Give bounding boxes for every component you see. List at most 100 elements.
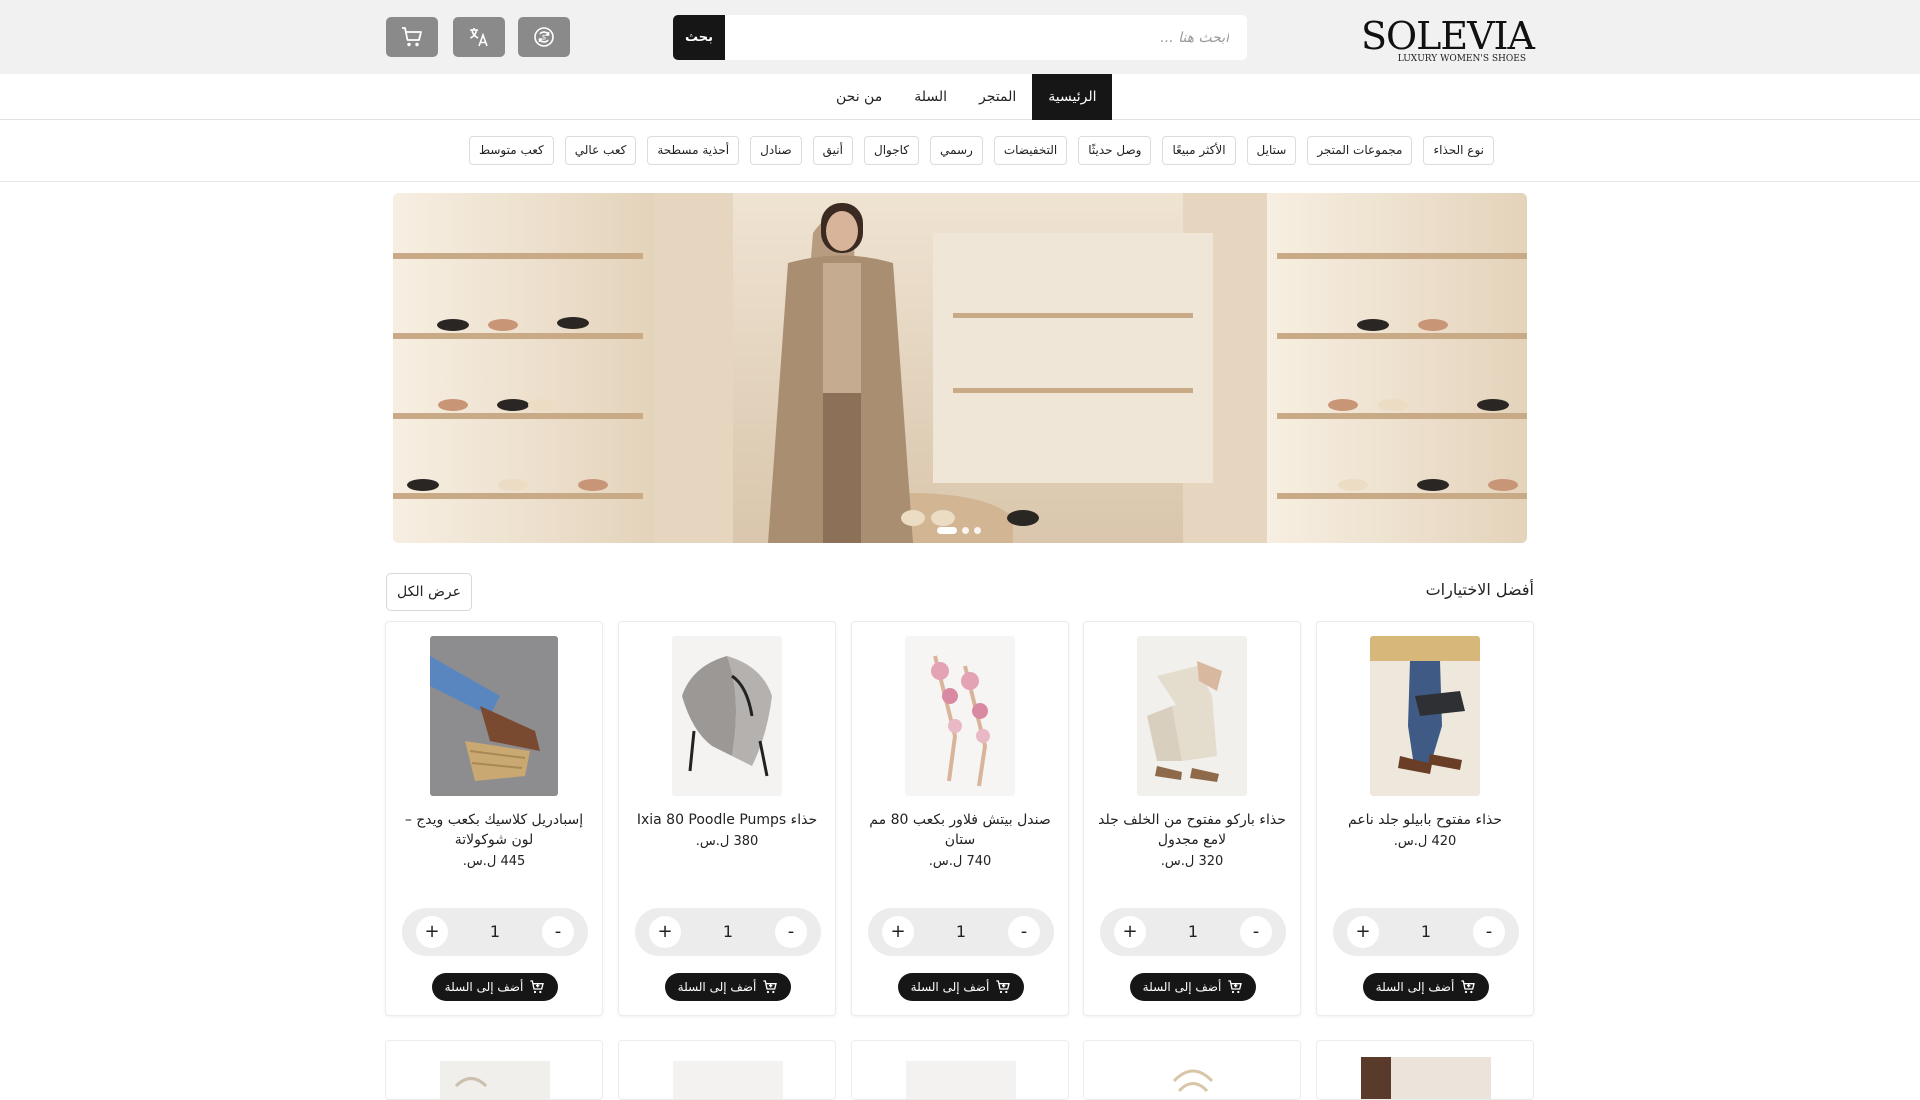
quantity-stepper: + 1 - xyxy=(402,908,588,956)
search-button[interactable]: بحث xyxy=(673,15,725,60)
carousel-dot[interactable] xyxy=(974,527,981,534)
quantity-value[interactable]: 1 xyxy=(462,908,528,956)
decrease-button[interactable]: - xyxy=(775,916,807,948)
increase-button[interactable]: + xyxy=(649,916,681,948)
filter-chip[interactable]: كعب عالي xyxy=(564,136,637,165)
filter-chip[interactable]: رسمي xyxy=(930,136,983,165)
main-nav: الرئيسية المتجر السلة من نحن xyxy=(0,74,1920,120)
filter-chip[interactable]: الأكثر مبيعًا xyxy=(1162,136,1236,165)
cart-plus-icon xyxy=(763,980,778,994)
quantity-stepper: + 1 - xyxy=(635,908,821,956)
nav-home[interactable]: الرئيسية xyxy=(1032,74,1113,120)
cart-plus-icon xyxy=(530,980,545,994)
product-card[interactable]: صندل بيتش فلاور بكعب 80 مم ستان 740 ل.س.… xyxy=(851,621,1069,1016)
cart-button[interactable] xyxy=(386,17,438,57)
cart-icon xyxy=(402,27,422,47)
product-price: 740 ل.س. xyxy=(928,854,992,869)
add-to-cart-label: أضف إلى السلة xyxy=(1375,980,1455,994)
product-image[interactable] xyxy=(672,636,782,796)
top-header: SOLEVIA LUXURY WOMEN'S SHOES بحث $ xyxy=(0,0,1920,74)
add-to-cart-button[interactable]: أضف إلى السلة xyxy=(1363,973,1489,1001)
filter-chip[interactable]: التخفيضات xyxy=(993,136,1068,165)
product-image[interactable] xyxy=(430,636,558,796)
translate-icon xyxy=(470,28,488,47)
cart-plus-icon xyxy=(1228,980,1243,994)
quantity-value[interactable]: 1 xyxy=(1160,908,1226,956)
add-to-cart-button[interactable]: أضف إلى السلة xyxy=(1130,973,1256,1001)
nav-cart[interactable]: السلة xyxy=(898,74,963,120)
product-title[interactable]: حذاء مفتوح بابيلو جلد ناعم xyxy=(1331,810,1519,830)
increase-button[interactable]: + xyxy=(1347,916,1379,948)
hero-banner[interactable] xyxy=(393,193,1527,543)
add-to-cart-button[interactable]: أضف إلى السلة xyxy=(665,973,791,1001)
product-card[interactable]: حذاء Ixia 80 Poodle Pumps 380 ل.س. + 1 -… xyxy=(618,621,836,1016)
product-card[interactable] xyxy=(1316,1040,1534,1100)
product-title[interactable]: حذاء باركو مفتوح من الخلف جلد لامع مجدول xyxy=(1098,810,1286,850)
product-card[interactable]: إسبادريل كلاسيك بكعب ويدج – لون شوكولاتة… xyxy=(385,621,603,1016)
quantity-value[interactable]: 1 xyxy=(1393,908,1459,956)
category-filters: نوع الحذاء مجموعات المتجر ستايل الأكثر م… xyxy=(0,120,1920,182)
product-image xyxy=(1172,1069,1214,1093)
carousel-dot[interactable] xyxy=(937,527,957,534)
add-to-cart-button[interactable]: أضف إلى السلة xyxy=(432,973,558,1001)
quantity-value[interactable]: 1 xyxy=(928,908,994,956)
filter-chip[interactable]: صنادل xyxy=(750,136,802,165)
product-price: 445 ل.س. xyxy=(462,854,526,869)
decrease-button[interactable]: - xyxy=(1240,916,1272,948)
quantity-stepper: + 1 - xyxy=(868,908,1054,956)
store-logo[interactable]: SOLEVIA LUXURY WOMEN'S SHOES xyxy=(1361,10,1535,64)
currency-button[interactable]: $ xyxy=(518,17,570,57)
decrease-button[interactable]: - xyxy=(1008,916,1040,948)
add-to-cart-label: أضف إلى السلة xyxy=(677,980,757,994)
add-to-cart-label: أضف إلى السلة xyxy=(910,980,990,994)
product-card[interactable]: حذاء باركو مفتوح من الخلف جلد لامع مجدول… xyxy=(1083,621,1301,1016)
logo-text: SOLEVIA xyxy=(1360,14,1535,58)
product-image[interactable] xyxy=(1370,636,1480,796)
filter-chip[interactable]: كعب متوسط xyxy=(468,136,554,165)
product-card[interactable] xyxy=(618,1040,836,1100)
view-all-button[interactable]: عرض الكل xyxy=(386,573,472,611)
product-image[interactable] xyxy=(905,636,1015,796)
product-title[interactable]: صندل بيتش فلاور بكعب 80 مم ستان xyxy=(866,810,1054,850)
increase-button[interactable]: + xyxy=(882,916,914,948)
filter-chip[interactable]: كاجوال xyxy=(863,136,920,165)
product-card[interactable] xyxy=(851,1040,1069,1100)
filter-chip[interactable]: أنيق xyxy=(812,136,853,165)
svg-text:$: $ xyxy=(542,34,546,42)
language-button[interactable] xyxy=(453,17,505,57)
carousel-dot[interactable] xyxy=(962,527,969,534)
quantity-value[interactable]: 1 xyxy=(695,908,761,956)
filter-chip[interactable]: أحذية مسطحة xyxy=(647,136,740,165)
nav-about[interactable]: من نحن xyxy=(820,74,898,120)
section-title: أفضل الاختيارات xyxy=(1425,580,1534,599)
add-to-cart-button[interactable]: أضف إلى السلة xyxy=(898,973,1024,1001)
product-image xyxy=(906,1061,1016,1099)
product-image xyxy=(440,1061,550,1099)
product-title[interactable]: إسبادريل كلاسيك بكعب ويدج – لون شوكولاتة xyxy=(400,810,588,850)
product-image xyxy=(1361,1057,1491,1099)
increase-button[interactable]: + xyxy=(416,916,448,948)
product-card[interactable] xyxy=(385,1040,603,1100)
logo-tagline: LUXURY WOMEN'S SHOES xyxy=(1397,54,1526,64)
product-image[interactable] xyxy=(1137,636,1247,796)
product-card[interactable] xyxy=(1083,1040,1301,1100)
product-title[interactable]: حذاء Ixia 80 Poodle Pumps xyxy=(633,810,821,830)
hero-image xyxy=(393,193,1527,543)
add-to-cart-label: أضف إلى السلة xyxy=(1142,980,1222,994)
filter-chip[interactable]: نوع الحذاء xyxy=(1423,136,1494,165)
decrease-button[interactable]: - xyxy=(1473,916,1505,948)
product-price: 420 ل.س. xyxy=(1393,834,1457,849)
increase-button[interactable]: + xyxy=(1114,916,1146,948)
product-price: 320 ل.س. xyxy=(1160,854,1224,869)
decrease-button[interactable]: - xyxy=(542,916,574,948)
filter-chip[interactable]: ستايل xyxy=(1246,136,1297,165)
quantity-stepper: + 1 - xyxy=(1333,908,1519,956)
search-bar: بحث xyxy=(673,15,1247,60)
nav-shop[interactable]: المتجر xyxy=(963,74,1032,120)
filter-chip[interactable]: وصل حديثًا xyxy=(1078,136,1152,165)
search-input[interactable] xyxy=(727,15,1247,60)
add-to-cart-label: أضف إلى السلة xyxy=(444,980,524,994)
product-card[interactable]: حذاء مفتوح بابيلو جلد ناعم 420 ل.س. + 1 … xyxy=(1316,621,1534,1016)
filter-chip[interactable]: مجموعات المتجر xyxy=(1307,136,1413,165)
currency-icon: $ xyxy=(534,27,554,47)
